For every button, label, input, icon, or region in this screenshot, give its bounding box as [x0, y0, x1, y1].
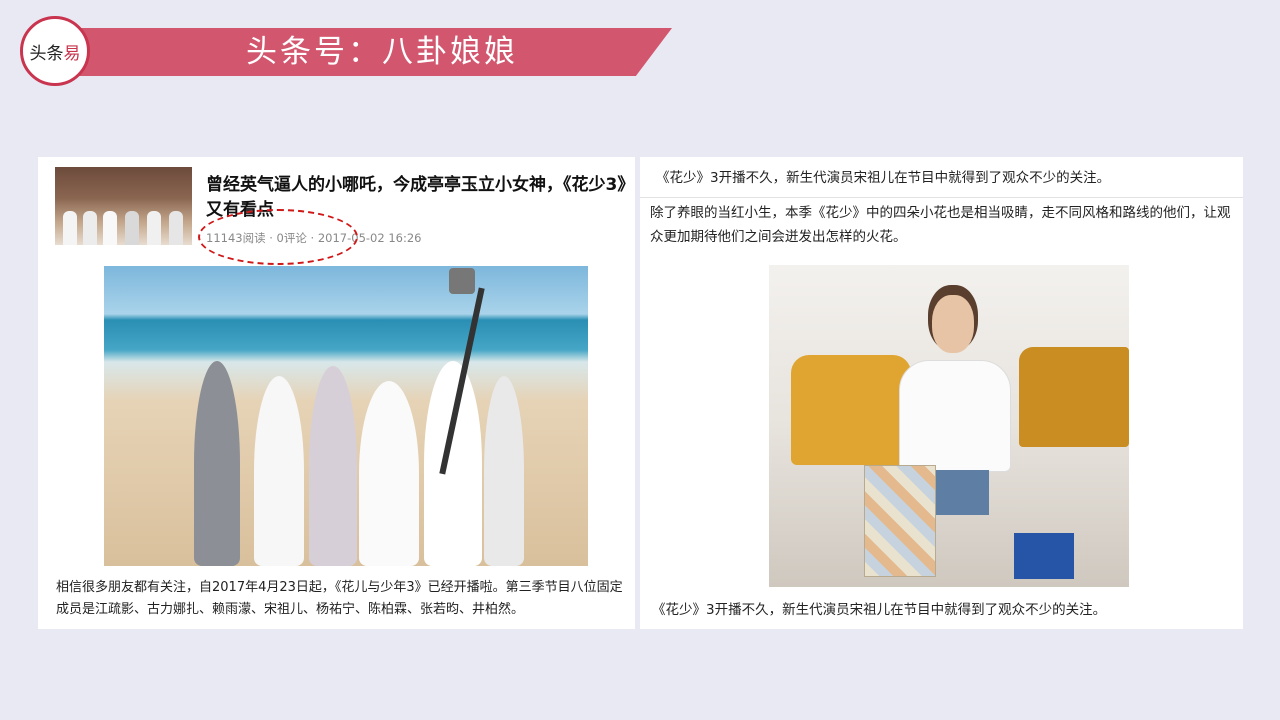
- right-article-panel: 《花少》3开播不久，新生代演员宋祖儿在节目中就得到了观众不少的关注。 除了养眼的…: [640, 157, 1243, 629]
- divider: [640, 197, 1243, 198]
- logo-text-accent: 易: [63, 43, 81, 64]
- article-body-text: 相信很多朋友都有关注，自2017年4月23日起，《花儿与少年3》已经开播啦。第三…: [56, 580, 623, 617]
- airport-photo: [769, 265, 1129, 587]
- article-paragraph: 除了养眼的当红小生，本季《花少》中的四朵小花也是相当吸睛，走不同风格和路线的他们…: [650, 205, 1231, 245]
- toutiaoyi-logo: 头条易: [20, 16, 90, 86]
- logo-text: 头条: [29, 43, 64, 64]
- beach-group-photo: [104, 266, 588, 566]
- annotation-circle: [198, 209, 358, 265]
- bottom-caption: 《花少》3开播不久，新生代演员宋祖儿在节目中就得到了观众不少的关注。: [652, 602, 1107, 618]
- top-caption: 《花少》3开播不久，新生代演员宋祖儿在节目中就得到了观众不少的关注。: [656, 170, 1111, 186]
- article-thumbnail: [55, 167, 192, 245]
- left-article-panel: 曾经英气逼人的小哪吒，今成亭亭玉立小女神，《花少3》又有看点 11143阅读 ·…: [38, 157, 635, 629]
- page-title: 头条号：八卦娘娘: [246, 34, 518, 70]
